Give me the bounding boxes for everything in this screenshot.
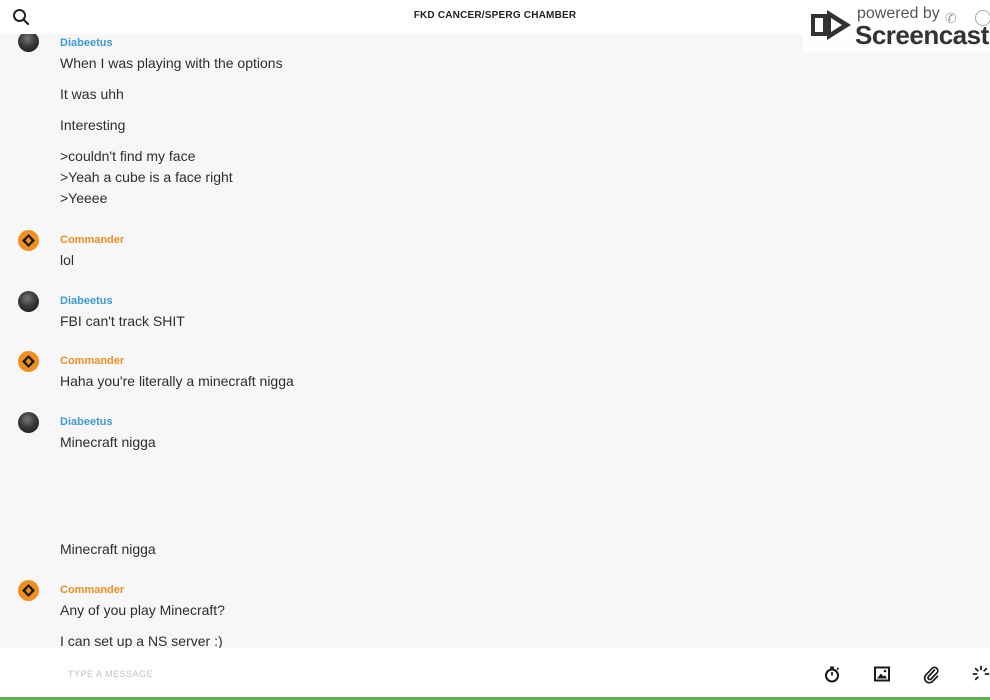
- sender-name[interactable]: Diabeetus: [60, 37, 113, 49]
- diamond-avatar-icon: [22, 234, 35, 247]
- avatar[interactable]: [18, 412, 39, 433]
- loading-icon: [972, 665, 990, 681]
- message-text: When I was playing with the options: [60, 55, 283, 71]
- avatar[interactable]: [18, 230, 39, 251]
- message-text: Minecraft nigga: [60, 541, 156, 557]
- sender-name[interactable]: Commander: [60, 234, 124, 246]
- message-text: Any of you play Minecraft?: [60, 602, 225, 618]
- sender-name[interactable]: Commander: [60, 584, 124, 596]
- diamond-avatar-icon: [22, 355, 35, 368]
- sender-name[interactable]: Commander: [60, 355, 124, 367]
- avatar[interactable]: [18, 34, 39, 52]
- message-text: lol: [60, 252, 75, 268]
- message-text: >Yeeee: [60, 190, 108, 206]
- message-input[interactable]: [66, 662, 750, 686]
- message-text: Interesting: [60, 117, 126, 133]
- message-text: Minecraft nigga: [60, 434, 156, 450]
- info-icon[interactable]: [975, 10, 990, 26]
- message-text: I can set up a NS server :): [60, 633, 223, 648]
- timer-icon[interactable]: [822, 664, 842, 684]
- image-icon[interactable]: [872, 664, 892, 684]
- avatar[interactable]: [18, 580, 39, 601]
- message-list[interactable]: Diabeetus When I was playing with the op…: [0, 34, 990, 648]
- diamond-avatar-icon: [22, 584, 35, 597]
- avatar[interactable]: [18, 351, 39, 372]
- sender-name[interactable]: Diabeetus: [60, 295, 113, 307]
- sender-name[interactable]: Diabeetus: [60, 416, 113, 428]
- message-text: Haha you're literally a minecraft nigga: [60, 373, 294, 389]
- message-text: It was uhh: [60, 86, 124, 102]
- avatar[interactable]: [18, 291, 39, 312]
- message-text: FBI can't track SHIT: [60, 313, 185, 329]
- paperclip-icon[interactable]: [921, 664, 941, 684]
- message-text: >Yeah a cube is a face right: [60, 169, 233, 185]
- phone-icon[interactable]: ✆: [945, 10, 957, 27]
- message-text: >couldn't find my face: [60, 148, 196, 164]
- message-composer: [0, 648, 990, 700]
